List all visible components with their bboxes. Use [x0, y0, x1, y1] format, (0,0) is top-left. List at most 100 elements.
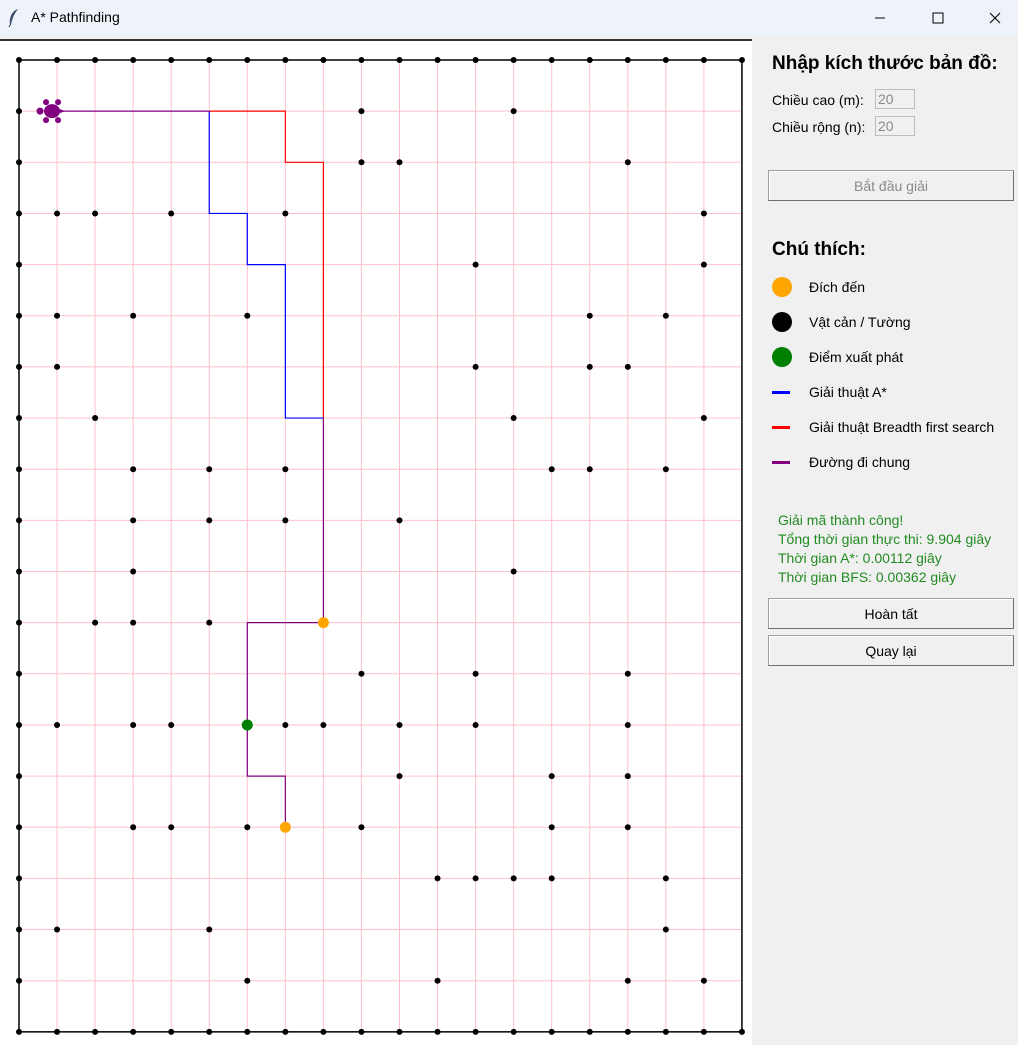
- obstacle-dot: [358, 1028, 365, 1035]
- obstacle-dot: [16, 210, 22, 217]
- obstacle-dot: [130, 466, 137, 473]
- obstacle-dot: [396, 1028, 403, 1035]
- obstacle-dot: [358, 57, 365, 63]
- obstacle-dot: [130, 57, 137, 63]
- obstacle-dot: [624, 773, 631, 780]
- obstacle-dot: [738, 1028, 745, 1035]
- obstacle-dot: [662, 1028, 669, 1035]
- obstacle-dot: [700, 977, 707, 984]
- obstacle-dot: [54, 57, 61, 63]
- height-input[interactable]: [875, 89, 915, 109]
- obstacle-dot: [510, 108, 517, 115]
- astar-line-icon: [772, 391, 790, 394]
- obstacle-dot: [16, 773, 22, 780]
- obstacle-dot: [358, 670, 365, 677]
- obstacle-dot: [16, 568, 22, 575]
- legend-item-astar: Giải thuật A*: [772, 381, 1012, 405]
- obstacle-dot: [434, 57, 441, 63]
- obstacle-dot: [662, 312, 669, 319]
- obstacle-dot: [16, 926, 22, 933]
- back-button[interactable]: Quay lại: [768, 635, 1014, 666]
- obstacle-dot: [358, 159, 365, 166]
- obstacle-dot: [130, 312, 137, 319]
- legend-heading: Chú thích:: [772, 239, 866, 260]
- obstacle-dot: [16, 721, 22, 728]
- obstacle-dot: [396, 721, 403, 728]
- obstacle-dot: [16, 363, 22, 370]
- obstacle-dot: [548, 1028, 555, 1035]
- obstacle-dot: [624, 824, 631, 831]
- width-input[interactable]: [875, 116, 915, 136]
- goal-dot: [317, 617, 329, 629]
- obstacle-dot: [624, 57, 631, 63]
- obstacle-dot: [548, 824, 555, 831]
- obstacle-dot: [434, 977, 441, 984]
- obstacle-dot: [662, 466, 669, 473]
- legend-item-obstacle: Vật cản / Tường: [772, 311, 1012, 335]
- obstacle-dot: [434, 1028, 441, 1035]
- obstacle-dot: [130, 721, 137, 728]
- obstacle-dot: [434, 875, 441, 882]
- obstacle-dot: [472, 363, 479, 370]
- minimize-button[interactable]: [857, 0, 903, 36]
- obstacle-dot: [548, 57, 555, 63]
- obstacle-dot: [92, 57, 99, 63]
- obstacle-dot: [54, 721, 61, 728]
- obstacle-dot: [92, 619, 99, 626]
- obstacle-dot: [206, 466, 213, 473]
- status-bfs-time: Thời gian BFS: 0.00362 giây: [778, 569, 957, 585]
- obstacle-dot: [282, 1028, 289, 1035]
- obstacle-dot: [92, 210, 99, 217]
- maximize-button[interactable]: [915, 0, 961, 36]
- start-dot-icon: [772, 347, 792, 367]
- status-success: Giải mã thành công!: [778, 512, 904, 528]
- control-panel: Nhập kích thước bản đồ: Chiều cao (m): C…: [752, 36, 1018, 1043]
- obstacle-dot: [396, 159, 403, 166]
- obstacle-dot: [206, 57, 213, 63]
- obstacle-dot: [700, 57, 707, 63]
- obstacle-dot: [700, 261, 707, 268]
- obstacle-dot: [738, 57, 745, 63]
- obstacle-dot: [320, 721, 327, 728]
- agent-turtle-icon: [36, 99, 66, 124]
- obstacle-dot: [624, 1028, 631, 1035]
- obstacle-dot: [586, 363, 593, 370]
- obstacle-dot: [586, 312, 593, 319]
- grid-map[interactable]: [0, 39, 752, 1043]
- obstacle-dot: [16, 619, 22, 626]
- start-dot: [241, 719, 253, 731]
- obstacle-dot: [624, 721, 631, 728]
- bfs-line-icon: [772, 426, 790, 429]
- obstacle-dot: [244, 57, 251, 63]
- obstacle-dot: [624, 159, 631, 166]
- obstacle-dot: [168, 721, 175, 728]
- start-solve-button[interactable]: Bắt đầu giải: [768, 170, 1014, 201]
- obstacle-dot: [16, 466, 22, 473]
- obstacle-dot: [700, 1028, 707, 1035]
- map-border: [18, 59, 743, 1033]
- obstacle-dot: [586, 466, 593, 473]
- legend-item-goal: Đích đến: [772, 276, 1012, 300]
- obstacle-dot: [358, 824, 365, 831]
- finish-button[interactable]: Hoàn tất: [768, 598, 1014, 629]
- obstacle-dot: [282, 466, 289, 473]
- map-size-heading: Nhập kích thước bản đồ:: [772, 53, 998, 74]
- legend-label: Điểm xuất phát: [809, 349, 904, 365]
- obstacle-dot: [472, 57, 479, 63]
- obstacle-dot: [92, 415, 99, 422]
- obstacle-dot: [54, 312, 61, 319]
- window-title: A* Pathfinding: [31, 9, 120, 25]
- obstacle-dot: [700, 415, 707, 422]
- obstacle-dot: [16, 57, 22, 63]
- legend-label: Đường đi chung: [809, 454, 911, 470]
- obstacle-dot: [130, 824, 137, 831]
- obstacle-dot: [244, 824, 251, 831]
- common-line-icon: [772, 461, 790, 464]
- obstacle-dot: [54, 1028, 61, 1035]
- obstacle-dot: [168, 824, 175, 831]
- map-canvas[interactable]: [0, 39, 752, 1045]
- obstacle-dot: [510, 57, 517, 63]
- close-button[interactable]: [972, 0, 1018, 36]
- obstacle-dot: [16, 312, 22, 319]
- obstacle-dot: [282, 210, 289, 217]
